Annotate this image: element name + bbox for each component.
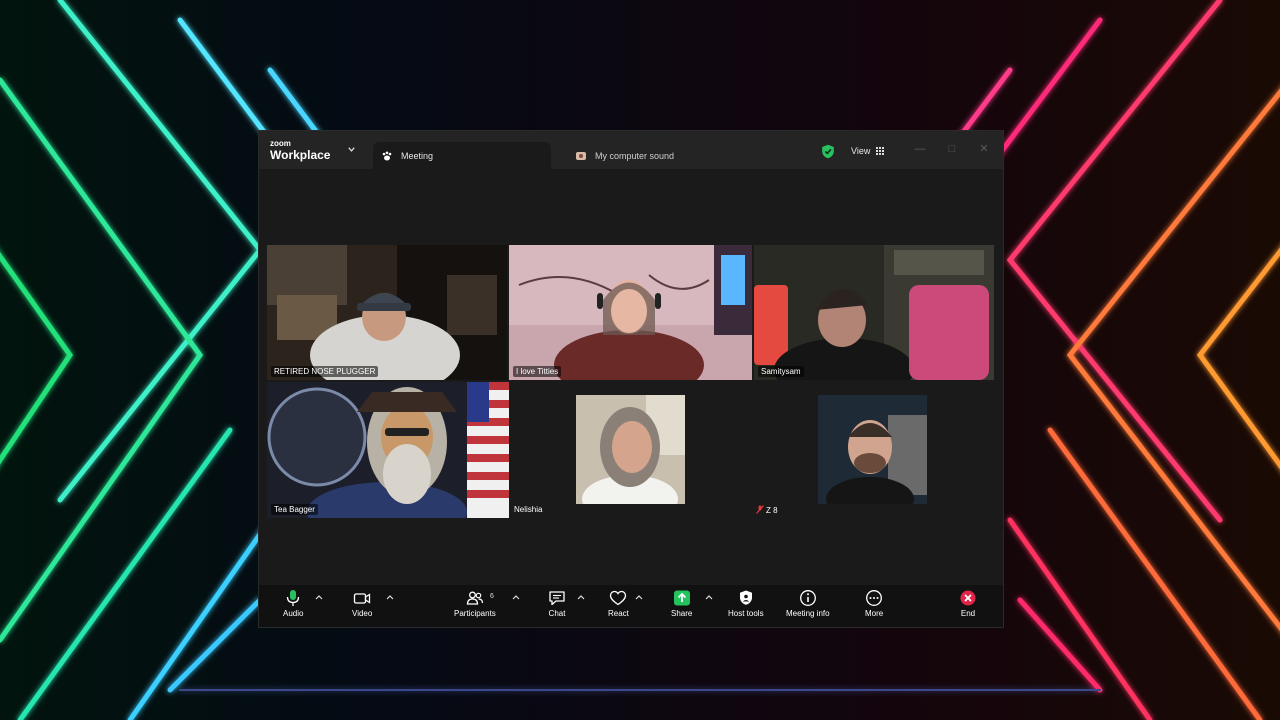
more-label: More — [865, 609, 884, 618]
tab-meeting[interactable]: Meeting — [373, 142, 551, 169]
chat-icon — [549, 591, 565, 606]
chat-button[interactable]: Chat — [548, 589, 566, 623]
meeting-info-button[interactable]: Meeting info — [786, 589, 830, 623]
sound-share-icon — [576, 151, 586, 160]
maximize-icon[interactable]: □ — [945, 142, 959, 156]
video-tile-tea-bagger[interactable]: Tea Bagger — [267, 382, 509, 518]
video-button[interactable]: Video — [352, 589, 372, 623]
microphone-icon — [287, 590, 300, 606]
participant-name-z8: Z 8 — [756, 505, 778, 515]
share-options-caret-icon[interactable] — [705, 594, 713, 600]
audio-options-caret-icon[interactable] — [315, 594, 323, 600]
meeting-toolbar: Audio Video Participants 6 Chat React Sh… — [259, 585, 1003, 627]
meeting-info-label: Meeting info — [786, 609, 830, 618]
grid-icon — [876, 147, 885, 155]
react-label: React — [608, 609, 629, 618]
video-label: Video — [352, 609, 373, 618]
logo-small-text: zoom — [270, 139, 291, 148]
participant-name: RETIRED NOSE PLUGGER — [271, 366, 379, 377]
share-screen-icon — [673, 590, 690, 606]
video-tile-z8[interactable] — [818, 395, 927, 504]
minimize-icon[interactable]: — — [913, 142, 927, 156]
participant-name-nelishia: Nelishia — [514, 505, 543, 514]
video-tile-samitysam[interactable]: Samitysam — [754, 245, 994, 380]
heart-icon — [610, 590, 627, 606]
tab-meeting-label: Meeting — [401, 150, 434, 161]
audio-label: Audio — [283, 609, 304, 618]
muted-mic-icon — [756, 505, 764, 514]
security-shield-icon[interactable] — [821, 144, 835, 159]
end-label: End — [960, 609, 976, 618]
participants-options-caret-icon[interactable] — [512, 594, 520, 600]
video-tile-retired-nose-plugger[interactable]: RETIRED NOSE PLUGGER — [267, 245, 507, 380]
participant-video — [267, 382, 509, 518]
chat-options-caret-icon[interactable] — [577, 594, 585, 600]
video-tile-i-love-titties[interactable]: I love Titties — [509, 245, 752, 380]
view-button[interactable]: View — [843, 141, 892, 161]
participant-video — [267, 245, 507, 380]
chevron-down-icon[interactable] — [347, 145, 356, 154]
shield-icon — [739, 590, 752, 605]
react-button[interactable]: React — [608, 589, 629, 623]
audio-button[interactable]: Audio — [283, 589, 303, 623]
zoom-logo[interactable]: zoom Workplace — [270, 139, 331, 162]
share-label: Share — [671, 609, 693, 618]
participant-video — [576, 395, 685, 504]
info-icon — [799, 590, 816, 606]
participant-name: Samitysam — [758, 366, 804, 377]
more-icon — [866, 590, 883, 606]
zoom-window: zoom Workplace Meeting My computer sound — [259, 131, 1003, 627]
chat-label: Chat — [548, 609, 566, 618]
logo-big-text: Workplace — [270, 148, 331, 162]
video-tile-nelishia[interactable] — [576, 395, 685, 504]
host-tools-button[interactable]: Host tools — [728, 589, 764, 623]
tab-computer-sound[interactable]: My computer sound — [567, 142, 737, 169]
video-options-caret-icon[interactable] — [386, 594, 394, 600]
title-bar: zoom Workplace Meeting My computer sound — [259, 131, 1003, 169]
participant-name: I love Titties — [513, 366, 562, 377]
participant-video — [754, 245, 994, 380]
participant-video — [509, 245, 752, 380]
participant-count: 6 — [490, 593, 494, 600]
participant-name: Tea Bagger — [271, 504, 318, 515]
paw-icon — [382, 151, 392, 160]
tab-computer-sound-label: My computer sound — [595, 150, 675, 161]
view-label: View — [851, 146, 871, 156]
host-tools-label: Host tools — [728, 609, 764, 618]
close-icon[interactable]: ✕ — [977, 142, 991, 156]
react-options-caret-icon[interactable] — [635, 594, 643, 600]
share-button[interactable]: Share — [671, 589, 692, 623]
end-call-icon — [960, 590, 976, 606]
participants-icon — [466, 591, 483, 605]
end-meeting-button[interactable]: End — [959, 589, 977, 623]
video-gallery: RETIRED NOSE PLUGGER I love Titties Sami… — [259, 169, 1003, 585]
participant-name: Z 8 — [766, 506, 778, 515]
more-button[interactable]: More — [865, 589, 883, 623]
video-camera-icon — [354, 593, 371, 604]
participants-label: Participants — [454, 609, 496, 618]
participant-video — [818, 395, 927, 504]
